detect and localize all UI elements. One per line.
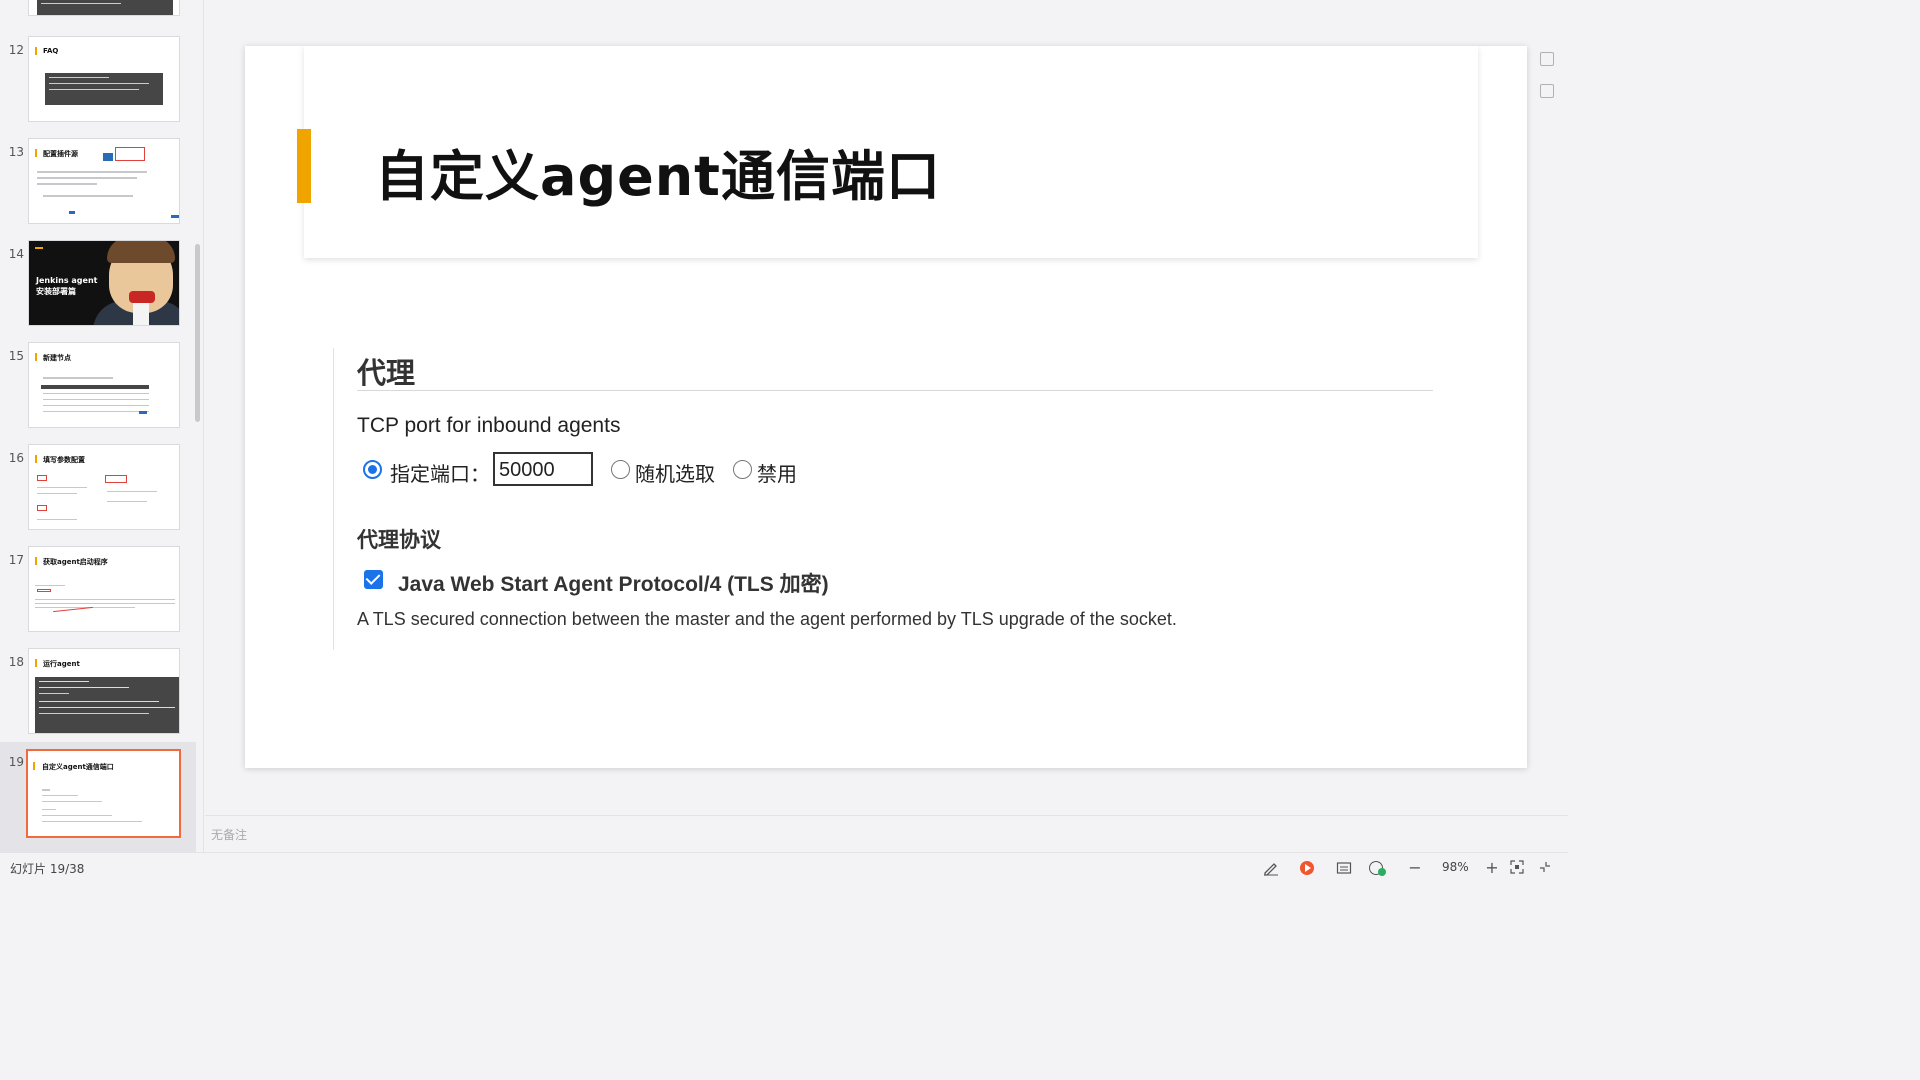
slide-thumbnail-13[interactable]: 13 配置插件源 <box>0 138 196 238</box>
title-accent-bar <box>297 129 311 203</box>
slide-thumbnail-16[interactable]: 16 填写参数配置 <box>0 444 196 544</box>
background-icon[interactable] <box>1540 84 1554 98</box>
protocol-checkbox[interactable] <box>364 570 383 589</box>
annotate-pen-icon[interactable] <box>1262 860 1280 876</box>
slide-thumbnail-17[interactable]: 17 获取agent启动程序 <box>0 546 196 646</box>
radio-disable-port[interactable] <box>733 460 752 479</box>
slide-thumbnail-image: 配置插件源 <box>28 138 180 224</box>
slide-thumbnail-title: 自定义agent通信端口 <box>42 763 114 771</box>
notes-area[interactable]: 无备注 <box>205 815 1568 852</box>
slide-thumbnail-image: 自定义agent通信端口 <box>26 749 181 838</box>
slide-title[interactable]: 自定义agent通信端口 <box>375 132 941 211</box>
slide-thumbnail-title: 获取agent启动程序 <box>43 558 108 566</box>
slide-thumbnail-image <box>28 0 180 16</box>
tcp-port-label: TCP port for inbound agents <box>357 414 621 437</box>
slide-number: 16 <box>8 451 24 465</box>
slide-thumbnail-image: Jenkins agent 安装部署篇 <box>28 240 180 326</box>
slide-thumbnail-title: Jenkins agent <box>36 276 98 285</box>
slide-number: 17 <box>8 553 24 567</box>
port-input[interactable]: 50000 <box>493 452 593 486</box>
slide-thumbnail-image: 获取agent启动程序 <box>28 546 180 632</box>
zoom-level[interactable]: 98% <box>1442 860 1469 874</box>
fixed-port-label: 指定端口： <box>390 462 490 486</box>
slide-number: 18 <box>8 655 24 669</box>
config-screenshot: 代理 TCP port for inbound agents 指定端口： 500… <box>333 348 1443 650</box>
reading-view-icon[interactable] <box>1336 860 1352 876</box>
protocol-label: Java Web Start Agent Protocol/4 (TLS 加密) <box>398 573 829 596</box>
slide-thumbnail-subtitle: 安装部署篇 <box>36 287 76 296</box>
slide-canvas[interactable]: 自定义agent通信端口 代理 TCP port for inbound age… <box>245 46 1527 768</box>
play-slideshow-icon[interactable] <box>1300 861 1314 875</box>
slide-thumbnail-image: 填写参数配置 <box>28 444 180 530</box>
protocol-heading: 代理协议 <box>357 528 441 552</box>
disable-port-label: 禁用 <box>757 462 797 486</box>
collapse-icon[interactable] <box>1538 860 1552 876</box>
zoom-out-icon[interactable]: − <box>1408 860 1422 876</box>
radio-fixed-port[interactable] <box>363 460 382 479</box>
slide-thumbnail-11[interactable] <box>0 0 196 30</box>
slide-counter: 幻灯片 19/38 <box>10 862 85 876</box>
status-bar: 幻灯片 19/38 − 98% + <box>0 852 1568 882</box>
slide-thumbnail-title: 运行agent <box>43 660 80 668</box>
slide-number: 14 <box>8 247 24 261</box>
slide-thumbnail-15[interactable]: 15 新建节点 <box>0 342 196 442</box>
status-ok-icon <box>1378 868 1386 876</box>
slide-thumbnail-image: 运行agent <box>28 648 180 734</box>
slide-thumbnail-14[interactable]: 14 Jenkins agent 安装部署篇 <box>0 240 196 340</box>
slide-thumbnail-18[interactable]: 18 运行agent <box>0 648 196 748</box>
slide-thumbnail-title: FAQ <box>43 47 59 55</box>
slide-thumbnail-19[interactable]: 19 自定义agent通信端口 <box>0 742 196 852</box>
slide-thumbnail-title: 配置插件源 <box>43 150 78 158</box>
protocol-description: A TLS secured connection between the mas… <box>357 609 1177 629</box>
section-heading: 代理 <box>357 356 416 390</box>
random-port-label: 随机选取 <box>635 462 715 486</box>
slide-thumbnail-image: FAQ <box>28 36 180 122</box>
slide-thumbnail-title: 新建节点 <box>43 354 71 362</box>
slide-number: 12 <box>8 43 24 57</box>
layout-icon[interactable] <box>1540 52 1554 66</box>
zoom-in-icon[interactable]: + <box>1485 860 1499 876</box>
slide-thumbnail-12[interactable]: 12 FAQ <box>0 36 196 136</box>
slide-number: 15 <box>8 349 24 363</box>
notes-placeholder: 无备注 <box>211 828 248 842</box>
slide-number: 13 <box>8 145 24 159</box>
slide-thumbnail-image: 新建节点 <box>28 342 180 428</box>
slide-thumbnail-title: 填写参数配置 <box>43 456 85 464</box>
slide-number: 19 <box>8 755 24 769</box>
slide-thumbnail-panel: 12 FAQ 13 配置插件源 14 Jenkins agent 安装部署篇 1… <box>0 0 204 852</box>
radio-random-port[interactable] <box>611 460 630 479</box>
section-divider <box>357 390 1433 391</box>
fit-window-icon[interactable] <box>1510 860 1524 876</box>
thumbnail-scrollbar[interactable] <box>195 244 200 422</box>
